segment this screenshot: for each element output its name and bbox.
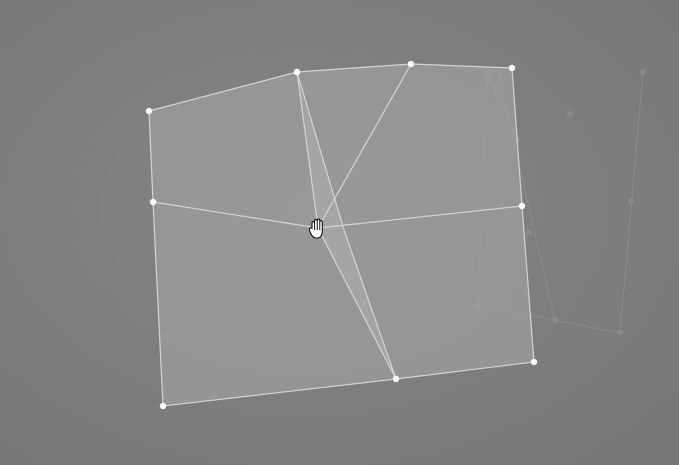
vertex-handle[interactable] (508, 64, 516, 72)
vertex-handle[interactable] (518, 202, 526, 210)
vertex-handle[interactable] (407, 60, 415, 68)
ghost-vertex (552, 317, 558, 323)
ghost-vertex (567, 111, 573, 117)
vertex-handle[interactable] (159, 402, 167, 410)
vertex-handle[interactable] (392, 375, 400, 383)
mesh-editor-canvas[interactable] (0, 0, 679, 465)
ghost-vertex (526, 229, 532, 235)
ghost-vertex (640, 69, 646, 75)
ghost-vertex (617, 330, 623, 336)
active-mesh[interactable] (145, 60, 538, 410)
vertex-handle[interactable] (293, 68, 301, 76)
vertex-handle[interactable] (145, 107, 153, 115)
vertex-handle[interactable] (149, 198, 157, 206)
ghost-vertex (628, 198, 634, 204)
vertex-handle[interactable] (530, 358, 538, 366)
